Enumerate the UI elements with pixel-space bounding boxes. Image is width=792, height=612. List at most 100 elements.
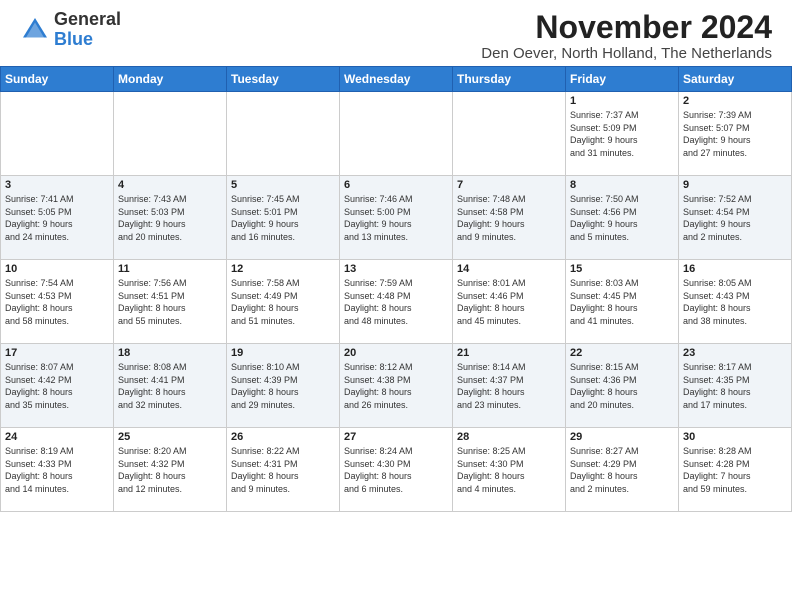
day-info: Sunrise: 7:39 AM Sunset: 5:07 PM Dayligh… [683,109,787,159]
table-row: 11 Sunrise: 7:56 AM Sunset: 4:51 PM Dayli… [114,260,227,344]
day-number: 12 [231,263,335,275]
day-info: Sunrise: 8:03 AM Sunset: 4:45 PM Dayligh… [570,277,674,327]
day-number: 11 [118,263,222,275]
table-row: 25 Sunrise: 8:20 AM Sunset: 4:32 PM Dayli… [114,428,227,512]
calendar-week-row: 17 Sunrise: 8:07 AM Sunset: 4:42 PM Dayli… [1,344,792,428]
day-number: 7 [457,179,561,191]
calendar-week-row: 1Sunrise: 7:37 AM Sunset: 5:09 PM Daylig… [1,92,792,176]
table-row: 10 Sunrise: 7:54 AM Sunset: 4:53 PM Dayli… [1,260,114,344]
table-row: 12 Sunrise: 7:58 AM Sunset: 4:49 PM Dayli… [227,260,340,344]
col-wednesday: Wednesday [340,67,453,92]
day-info: Sunrise: 8:22 AM Sunset: 4:31 PM Dayligh… [231,445,335,495]
location-title: Den Oever, North Holland, The Netherland… [481,45,772,62]
day-number: 8 [570,179,674,191]
day-info: Sunrise: 8:15 AM Sunset: 4:36 PM Dayligh… [570,361,674,411]
table-row: 3Sunrise: 7:41 AM Sunset: 5:05 PM Daylig… [1,176,114,260]
day-number: 17 [5,347,109,359]
day-number: 20 [344,347,448,359]
logo-icon [20,15,50,45]
table-row: 13Sunrise: 7:59 AM Sunset: 4:48 PM Dayli… [340,260,453,344]
day-number: 24 [5,431,109,443]
day-info: Sunrise: 7:46 AM Sunset: 5:00 PM Dayligh… [344,193,448,243]
logo-blue: Blue [54,29,93,49]
table-row: 14 Sunrise: 8:01 AM Sunset: 4:46 PM Dayli… [453,260,566,344]
col-saturday: Saturday [679,67,792,92]
day-info: Sunrise: 8:14 AM Sunset: 4:37 PM Dayligh… [457,361,561,411]
day-info: Sunrise: 7:56 AM Sunset: 4:51 PM Dayligh… [118,277,222,327]
table-row: 1Sunrise: 7:37 AM Sunset: 5:09 PM Daylig… [566,92,679,176]
day-number: 14 [457,263,561,275]
day-number: 18 [118,347,222,359]
table-row: 27 Sunrise: 8:24 AM Sunset: 4:30 PM Dayli… [340,428,453,512]
day-number: 30 [683,431,787,443]
table-row: 5 Sunrise: 7:45 AM Sunset: 5:01 PM Daylig… [227,176,340,260]
day-number: 22 [570,347,674,359]
title-block: November 2024 Den Oever, North Holland, … [481,10,772,62]
table-row: 4Sunrise: 7:43 AM Sunset: 5:03 PM Daylig… [114,176,227,260]
calendar-header-row: Sunday Monday Tuesday Wednesday Thursday… [1,67,792,92]
logo-general: General [54,9,121,29]
day-number: 21 [457,347,561,359]
day-number: 25 [118,431,222,443]
table-row: 20Sunrise: 8:12 AM Sunset: 4:38 PM Dayli… [340,344,453,428]
table-row [227,92,340,176]
logo: General Blue [20,10,121,50]
table-row: 9 Sunrise: 7:52 AM Sunset: 4:54 PM Daylig… [679,176,792,260]
col-monday: Monday [114,67,227,92]
col-friday: Friday [566,67,679,92]
table-row: 22 Sunrise: 8:15 AM Sunset: 4:36 PM Dayli… [566,344,679,428]
day-info: Sunrise: 8:28 AM Sunset: 4:28 PM Dayligh… [683,445,787,495]
day-number: 19 [231,347,335,359]
month-title: November 2024 [481,10,772,45]
calendar-week-row: 3Sunrise: 7:41 AM Sunset: 5:05 PM Daylig… [1,176,792,260]
day-number: 27 [344,431,448,443]
table-row: 21 Sunrise: 8:14 AM Sunset: 4:37 PM Dayli… [453,344,566,428]
day-info: Sunrise: 7:45 AM Sunset: 5:01 PM Dayligh… [231,193,335,243]
table-row: 29Sunrise: 8:27 AM Sunset: 4:29 PM Dayli… [566,428,679,512]
col-sunday: Sunday [1,67,114,92]
table-row: 19Sunrise: 8:10 AM Sunset: 4:39 PM Dayli… [227,344,340,428]
table-row: 24 Sunrise: 8:19 AM Sunset: 4:33 PM Dayli… [1,428,114,512]
day-info: Sunrise: 7:52 AM Sunset: 4:54 PM Dayligh… [683,193,787,243]
table-row [1,92,114,176]
day-info: Sunrise: 8:05 AM Sunset: 4:43 PM Dayligh… [683,277,787,327]
day-info: Sunrise: 8:25 AM Sunset: 4:30 PM Dayligh… [457,445,561,495]
table-row: 7 Sunrise: 7:48 AM Sunset: 4:58 PM Daylig… [453,176,566,260]
table-row: 16 Sunrise: 8:05 AM Sunset: 4:43 PM Dayli… [679,260,792,344]
day-info: Sunrise: 8:01 AM Sunset: 4:46 PM Dayligh… [457,277,561,327]
header: General Blue November 2024 Den Oever, No… [0,0,792,66]
day-number: 16 [683,263,787,275]
day-info: Sunrise: 8:19 AM Sunset: 4:33 PM Dayligh… [5,445,109,495]
day-number: 5 [231,179,335,191]
calendar-week-row: 24 Sunrise: 8:19 AM Sunset: 4:33 PM Dayli… [1,428,792,512]
day-info: Sunrise: 7:59 AM Sunset: 4:48 PM Dayligh… [344,277,448,327]
col-thursday: Thursday [453,67,566,92]
day-info: Sunrise: 7:54 AM Sunset: 4:53 PM Dayligh… [5,277,109,327]
day-number: 15 [570,263,674,275]
table-row [340,92,453,176]
logo-text: General Blue [54,10,121,50]
day-info: Sunrise: 7:37 AM Sunset: 5:09 PM Dayligh… [570,109,674,159]
day-info: Sunrise: 8:20 AM Sunset: 4:32 PM Dayligh… [118,445,222,495]
table-row [114,92,227,176]
day-info: Sunrise: 8:24 AM Sunset: 4:30 PM Dayligh… [344,445,448,495]
col-tuesday: Tuesday [227,67,340,92]
day-info: Sunrise: 8:27 AM Sunset: 4:29 PM Dayligh… [570,445,674,495]
table-row: 26 Sunrise: 8:22 AM Sunset: 4:31 PM Dayli… [227,428,340,512]
table-row: 8 Sunrise: 7:50 AM Sunset: 4:56 PM Daylig… [566,176,679,260]
table-row: 6Sunrise: 7:46 AM Sunset: 5:00 PM Daylig… [340,176,453,260]
day-number: 9 [683,179,787,191]
table-row: 30 Sunrise: 8:28 AM Sunset: 4:28 PM Dayli… [679,428,792,512]
day-info: Sunrise: 7:50 AM Sunset: 4:56 PM Dayligh… [570,193,674,243]
table-row: 28Sunrise: 8:25 AM Sunset: 4:30 PM Dayli… [453,428,566,512]
table-row: 17 Sunrise: 8:07 AM Sunset: 4:42 PM Dayli… [1,344,114,428]
day-info: Sunrise: 8:07 AM Sunset: 4:42 PM Dayligh… [5,361,109,411]
day-number: 26 [231,431,335,443]
day-number: 10 [5,263,109,275]
day-info: Sunrise: 7:43 AM Sunset: 5:03 PM Dayligh… [118,193,222,243]
table-row: 2Sunrise: 7:39 AM Sunset: 5:07 PM Daylig… [679,92,792,176]
day-number: 3 [5,179,109,191]
day-info: Sunrise: 7:48 AM Sunset: 4:58 PM Dayligh… [457,193,561,243]
day-info: Sunrise: 7:58 AM Sunset: 4:49 PM Dayligh… [231,277,335,327]
calendar-week-row: 10 Sunrise: 7:54 AM Sunset: 4:53 PM Dayli… [1,260,792,344]
